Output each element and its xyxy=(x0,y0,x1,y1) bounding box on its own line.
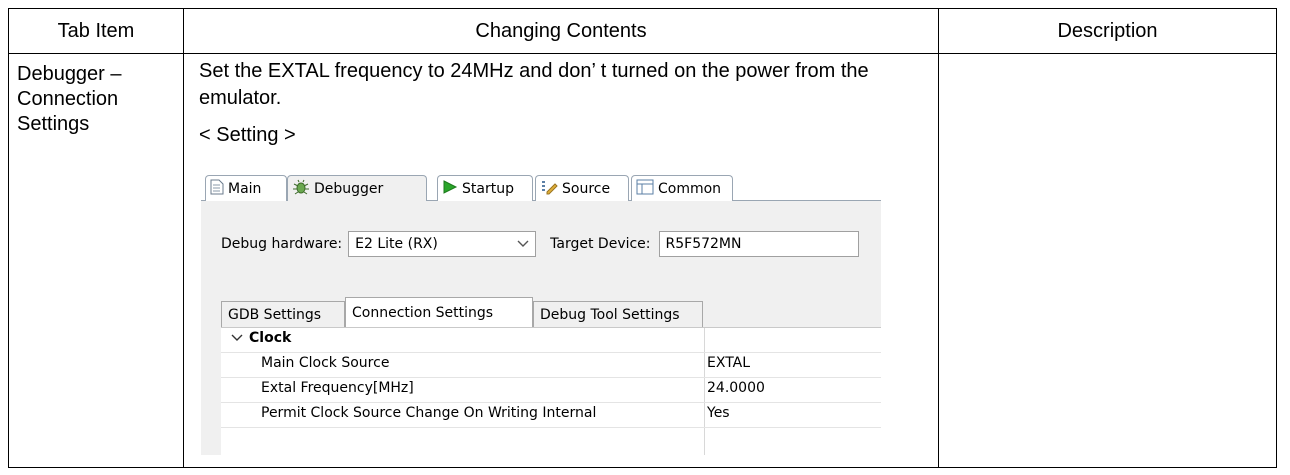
property-name: Extal Frequency[MHz] xyxy=(261,380,414,396)
changing-contents-cell: Set the EXTAL frequency to 24MHz and don… xyxy=(183,53,939,468)
launch-config-tabs: Main Debugger Startup Source Common xyxy=(201,171,881,201)
setting-label: < Setting > xyxy=(199,124,296,146)
debug-hardware-select[interactable]: E2 Lite (RX) xyxy=(348,231,537,257)
table-row[interactable]: Permit Clock Source Change On Writing In… xyxy=(221,403,881,428)
header-description: Description xyxy=(938,8,1277,54)
tab-debugger-label: Debugger xyxy=(314,180,384,197)
tab-debugger[interactable]: Debugger xyxy=(287,175,427,201)
header-changing-contents: Changing Contents xyxy=(183,8,939,54)
property-value: Yes xyxy=(707,405,730,421)
property-value: 24.0000 xyxy=(707,380,765,396)
table-icon xyxy=(636,179,654,199)
eclipse-config-screenshot: Main Debugger Startup Source Common Debu… xyxy=(201,171,881,455)
property-value: EXTAL xyxy=(707,355,751,371)
spec-table: Tab Item Changing Contents Description D… xyxy=(8,8,1277,468)
document-icon xyxy=(210,179,224,199)
tab-common-label: Common xyxy=(658,180,722,197)
property-name: Main Clock Source xyxy=(261,355,390,371)
debug-hardware-label: Debug hardware: xyxy=(221,236,343,252)
debugger-sub-tabs: GDB Settings Connection Settings Debug T… xyxy=(221,297,881,327)
table-row[interactable]: Main Clock Source EXTAL xyxy=(221,353,881,378)
target-device-field[interactable]: R5F572MN xyxy=(658,231,859,257)
play-icon xyxy=(442,179,458,198)
target-device-label: Target Device: xyxy=(550,236,651,252)
hardware-row: Debug hardware: E2 Lite (RX) Target Devi… xyxy=(221,231,859,257)
tab-main-label: Main xyxy=(228,180,262,197)
description-cell xyxy=(938,53,1277,468)
tab-item-line: Debugger – xyxy=(17,63,122,85)
tab-startup[interactable]: Startup xyxy=(437,175,533,201)
tab-debug-tool-settings-label: Debug Tool Settings xyxy=(540,306,680,323)
tab-source[interactable]: Source xyxy=(535,175,629,201)
chevron-down-icon[interactable] xyxy=(231,330,243,346)
tab-item-line: Connection xyxy=(17,88,119,110)
tab-connection-settings-label: Connection Settings xyxy=(352,304,494,321)
tab-source-label: Source xyxy=(562,180,611,197)
chevron-down-icon xyxy=(517,237,529,251)
changes-text: Set the EXTAL frequency to 24MHz and don… xyxy=(199,60,869,109)
debug-hardware-value: E2 Lite (RX) xyxy=(355,236,438,252)
target-device-value: R5F572MN xyxy=(665,236,742,252)
header-row: Tab Item Changing Contents Description xyxy=(8,8,1277,54)
property-grid: Clock Main Clock Source EXTAL Extal Freq… xyxy=(221,327,881,455)
bug-icon xyxy=(292,179,310,199)
group-clock: Clock xyxy=(231,330,291,346)
tab-gdb-settings[interactable]: GDB Settings xyxy=(221,301,345,327)
tab-item-cell: Debugger – Connection Settings xyxy=(8,53,184,468)
tab-main[interactable]: Main xyxy=(205,175,287,201)
tab-connection-settings[interactable]: Connection Settings xyxy=(345,297,533,327)
table-row[interactable]: Extal Frequency[MHz] 24.0000 xyxy=(221,378,881,403)
group-row-clock[interactable]: Clock xyxy=(221,328,881,353)
debugger-tab-content: Debug hardware: E2 Lite (RX) Target Devi… xyxy=(201,201,881,455)
tab-item-line: Settings xyxy=(17,113,90,135)
property-name: Permit Clock Source Change On Writing In… xyxy=(261,405,597,421)
header-tab-item: Tab Item xyxy=(8,8,184,54)
tab-debug-tool-settings[interactable]: Debug Tool Settings xyxy=(533,301,703,327)
tab-gdb-settings-label: GDB Settings xyxy=(228,306,322,323)
tab-startup-label: Startup xyxy=(462,180,514,197)
group-clock-label: Clock xyxy=(249,330,292,346)
source-icon xyxy=(540,179,558,199)
tab-common[interactable]: Common xyxy=(631,175,733,201)
table-row: Debugger – Connection Settings Set the E… xyxy=(8,53,1277,468)
